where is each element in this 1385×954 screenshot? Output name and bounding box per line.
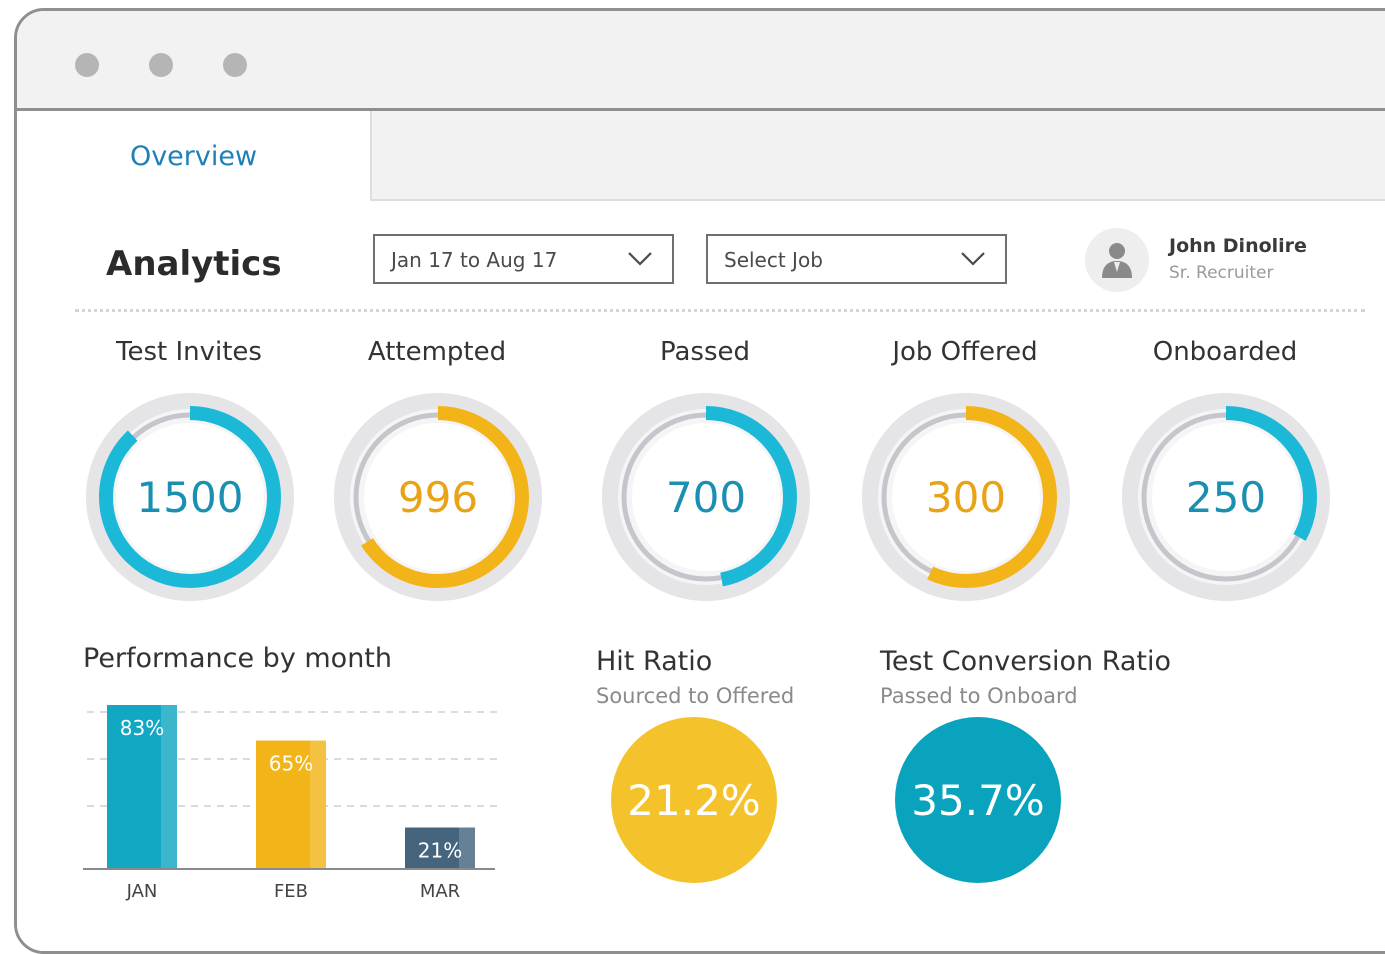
window-minimize-button[interactable]: [149, 53, 173, 77]
chevron-down-icon: [961, 252, 985, 266]
performance-bar-chart: 83% JAN 65% FEB 21% MAR: [83, 705, 497, 902]
metric-value: 1500: [136, 472, 244, 522]
metric-ring: 1500: [84, 391, 296, 603]
metric-label: Job Offered: [892, 337, 1038, 367]
metric-label: Onboarded: [1152, 337, 1298, 367]
tab-overview[interactable]: Overview: [17, 111, 372, 201]
conversion-ratio-subtitle: Passed to Onboard: [880, 684, 1078, 708]
hit-ratio-value: 21.2%: [611, 717, 777, 883]
chart-data-label: 21%: [418, 839, 462, 863]
metric-label: Attempted: [367, 337, 507, 367]
metric-label: Passed: [659, 337, 751, 367]
metric-value: 300: [925, 472, 1007, 522]
chart-tick-label: FEB: [274, 881, 308, 902]
tab-bar: Overview: [17, 111, 1385, 201]
chart-bar-group: 83%: [107, 705, 177, 869]
chart-data-label: 83%: [120, 716, 164, 740]
date-range-value: Jan 17 to Aug 17: [391, 248, 558, 272]
conversion-ratio-title: Test Conversion Ratio: [880, 646, 1172, 677]
job-select[interactable]: Select Job: [706, 234, 1007, 284]
browser-window: Overview Analytics Jan 17 to Aug 17 Sele…: [14, 8, 1385, 954]
hit-ratio-subtitle: Sourced to Offered: [596, 684, 795, 708]
chart-tick-label: MAR: [420, 881, 460, 902]
metric-ring: 250: [1120, 391, 1332, 603]
analytics-panel: Analytics Jan 17 to Aug 17 Select Job Jo…: [17, 201, 1385, 951]
metric-ring: 700: [600, 391, 812, 603]
hit-ratio-title: Hit Ratio: [596, 646, 713, 677]
window-maximize-button[interactable]: [223, 53, 247, 77]
date-range-select[interactable]: Jan 17 to Aug 17: [373, 234, 674, 284]
divider: [75, 309, 1365, 312]
chart-tick-label: JAN: [126, 881, 158, 902]
user-name: John Dinolire: [1169, 235, 1307, 257]
chart-bar-group: 65%: [256, 740, 326, 869]
metric-value: 250: [1185, 472, 1267, 522]
chevron-down-icon: [628, 252, 652, 266]
user-role: Sr. Recruiter: [1169, 263, 1274, 283]
window-titlebar: [17, 11, 1385, 111]
conversion-ratio-value: 35.7%: [895, 717, 1061, 883]
page-title: Analytics: [106, 244, 282, 284]
metric-ring: 996: [332, 391, 544, 603]
metric-value: 700: [665, 472, 747, 522]
chart-bar-group: 21%: [405, 827, 475, 869]
job-select-value: Select Job: [724, 248, 823, 272]
chart-data-label: 65%: [269, 752, 313, 776]
performance-title: Performance by month: [83, 643, 393, 674]
metric-label: Test Invites: [116, 337, 262, 367]
window-close-button[interactable]: [75, 53, 99, 77]
metric-value: 996: [397, 472, 479, 522]
avatar[interactable]: [1085, 228, 1149, 292]
user-avatar-icon: [1102, 243, 1132, 278]
metric-ring: 300: [860, 391, 1072, 603]
